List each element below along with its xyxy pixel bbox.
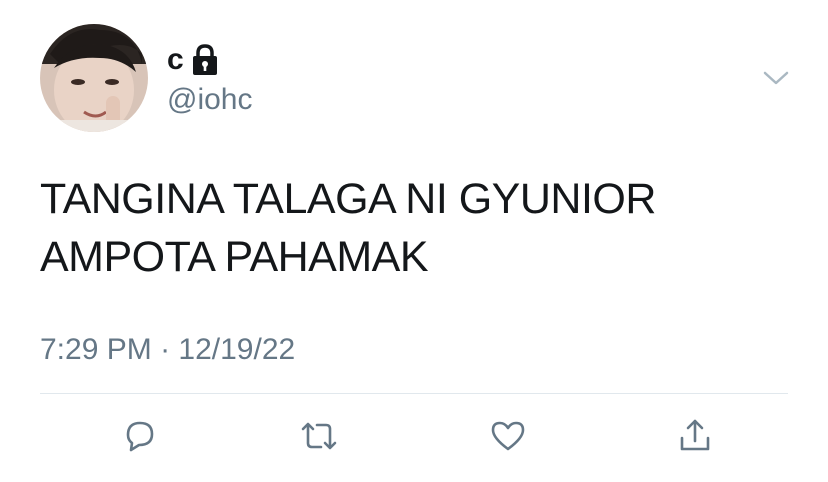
reply-button[interactable] [118,414,162,458]
divider [40,393,788,394]
tweet-text: TANGINA TALAGA NI GYUNIOR AMPOTA PAHAMAK [40,170,780,286]
comment-icon [126,421,154,452]
retweet-icon [301,422,337,450]
like-button[interactable] [486,414,530,458]
display-name[interactable]: c [167,40,184,80]
tweet-time: 7:29 PM [40,333,152,366]
heart-icon [491,421,525,451]
lock-icon [190,43,220,77]
avatar[interactable] [40,24,148,132]
tweet-text-line: AMPOTA PAHAMAK [40,233,429,281]
tweet-card: c @iohc TANGINA TALAGA NI GYUNIOR AMPOTA… [0,0,828,482]
retweet-button[interactable] [297,414,341,458]
tweet-text-line: TANGINA TALAGA NI GYUNIOR [40,175,656,223]
timestamp-separator: · [160,333,171,366]
tweet-timestamp[interactable]: 7:29 PM · 12/19/22 [40,330,295,370]
user-handle[interactable]: @iohc [167,80,253,120]
avatar-image [40,24,148,132]
chevron-down-icon[interactable] [760,64,792,92]
user-name-row: c [167,40,220,80]
share-icon [680,419,710,451]
share-button[interactable] [673,414,717,458]
tweet-date: 12/19/22 [178,333,296,366]
